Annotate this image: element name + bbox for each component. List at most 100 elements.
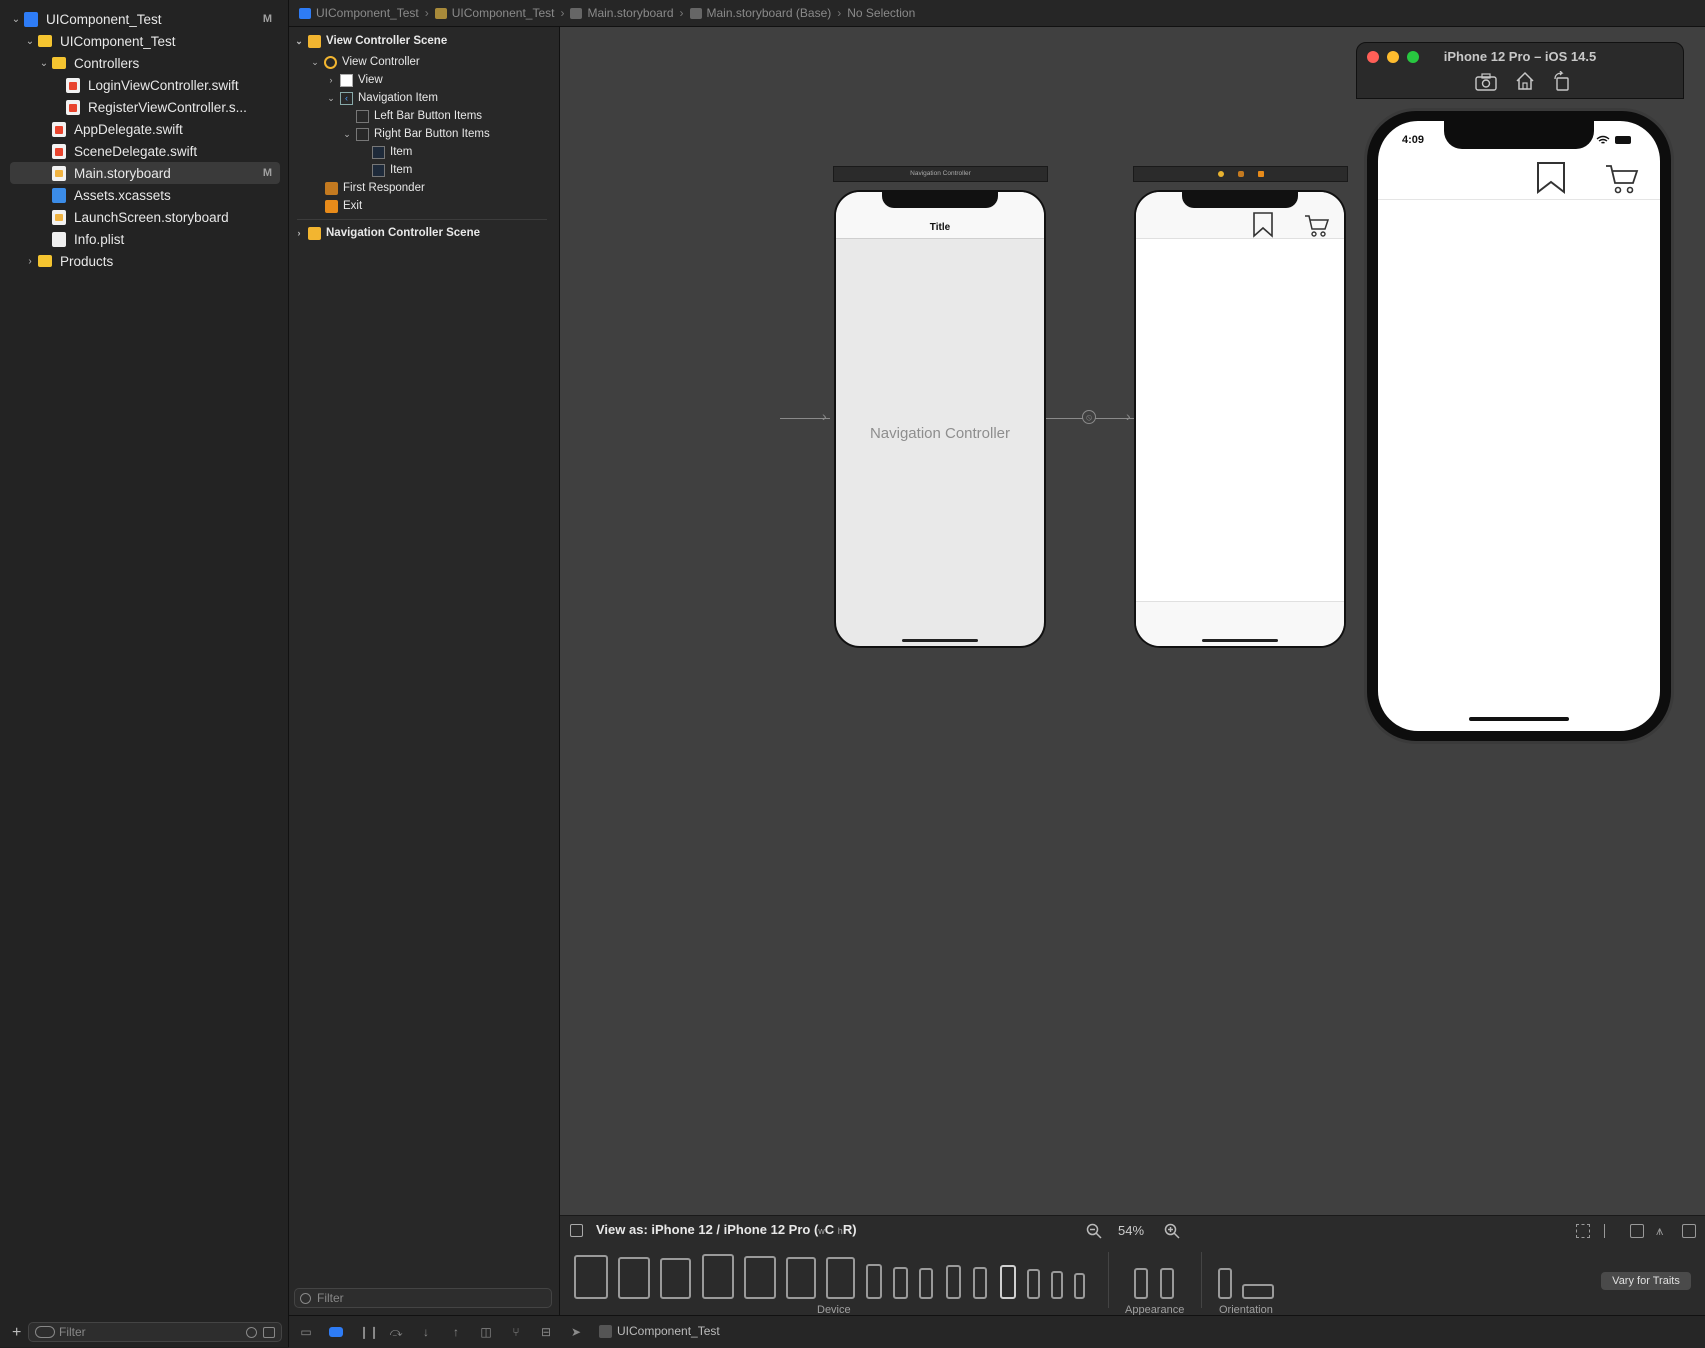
nav-item-project[interactable]: ⌄ UIComponent_Test M	[10, 8, 280, 30]
breakpoints-toggle-icon[interactable]	[329, 1327, 343, 1337]
scheme-name[interactable]: UIComponent_Test	[617, 1324, 720, 1338]
breadcrumb-group[interactable]: UIComponent_Test	[434, 6, 554, 20]
chevron-right-icon[interactable]: ›	[24, 256, 36, 267]
location-icon[interactable]: ➤	[569, 1325, 583, 1339]
nav-item-group[interactable]: ⌄ UIComponent_Test	[10, 30, 294, 52]
add-icon[interactable]: +	[12, 1324, 21, 1342]
device-iphone-12-icon[interactable]	[893, 1267, 908, 1299]
chevron-down-icon[interactable]: ⌄	[38, 58, 50, 69]
vary-for-traits-button[interactable]: Vary for Traits	[1601, 1272, 1691, 1290]
view-hierarchy-icon[interactable]: ◫	[479, 1325, 493, 1339]
nav-item-controllers[interactable]: ⌄ Controllers	[10, 52, 308, 74]
nav-item-file-selected[interactable]: Main.storyboard M	[10, 162, 280, 184]
environment-overrides-icon[interactable]: ⊟	[539, 1325, 553, 1339]
device-iphone-pro-max-icon[interactable]	[866, 1264, 882, 1299]
scene-dock[interactable]	[1133, 166, 1348, 182]
outline-item-view[interactable]: › View	[325, 71, 383, 89]
device-iphone-mini-icon[interactable]	[919, 1268, 933, 1299]
simulator-screen[interactable]: 4:09	[1378, 121, 1660, 731]
recent-files-icon[interactable]	[246, 1327, 257, 1338]
cart-icon[interactable]	[1304, 214, 1330, 238]
device-ipad-pro-11-icon[interactable]	[618, 1257, 650, 1299]
orientation-portrait-icon[interactable]	[1218, 1268, 1232, 1299]
outline-item-right-bar-items[interactable]: ⌄ Right Bar Button Items	[341, 125, 490, 143]
scm-filter-icon[interactable]	[263, 1327, 275, 1338]
device-ipad-mini-icon[interactable]	[744, 1256, 776, 1299]
chevron-down-icon[interactable]: ⌄	[24, 36, 36, 47]
chevron-down-icon[interactable]: ⌄	[293, 36, 305, 47]
nav-item-file[interactable]: Assets.xcassets M	[10, 184, 322, 206]
pause-icon[interactable]: ❙❙	[359, 1325, 379, 1339]
nav-item-file[interactable]: LoginViewController.swift R	[10, 74, 336, 96]
nav-item-file[interactable]: Info.plist	[10, 228, 322, 250]
nav-item-file[interactable]: RegisterViewController.s... A	[10, 96, 336, 118]
align-icon[interactable]	[1604, 1224, 1618, 1238]
first-responder-icon[interactable]	[1238, 171, 1244, 177]
filter-options-icon[interactable]	[35, 1326, 55, 1338]
appearance-light-icon[interactable]	[1134, 1268, 1148, 1299]
device-iphone-11-icon[interactable]	[973, 1267, 987, 1299]
hide-debug-area-icon[interactable]: ▭	[299, 1325, 313, 1339]
outline-item-exit[interactable]: Exit	[325, 197, 362, 215]
zoom-in-icon[interactable]	[1164, 1223, 1180, 1239]
device-iphone-se-icon[interactable]	[1074, 1273, 1085, 1299]
scene-dock[interactable]: Navigation Controller	[833, 166, 1048, 182]
breadcrumb-selection[interactable]: No Selection	[847, 6, 915, 20]
appearance-dark-icon[interactable]	[1160, 1268, 1174, 1299]
rotate-icon[interactable]	[1553, 71, 1571, 91]
bookmark-icon[interactable]	[1252, 212, 1274, 238]
outline-item-bar-item[interactable]: Item	[372, 143, 412, 161]
step-over-icon[interactable]: ⤼	[389, 1325, 403, 1339]
chevron-down-icon[interactable]: ⌄	[341, 129, 353, 140]
home-icon[interactable]	[1515, 71, 1535, 91]
resolve-issues-icon[interactable]: ⩚	[1656, 1223, 1663, 1239]
exit-icon[interactable]	[1258, 171, 1264, 177]
view-controller-icon[interactable]	[1218, 171, 1224, 177]
device-ipad-air-icon[interactable]	[660, 1258, 691, 1299]
zoom-out-icon[interactable]	[1086, 1223, 1102, 1239]
outline-item-bar-item[interactable]: Item	[372, 161, 412, 179]
nav-item-file[interactable]: AppDelegate.swift	[10, 118, 322, 140]
outline-item-navigation-item[interactable]: ⌄ ‹ Navigation Item	[325, 89, 438, 107]
toggle-outline-icon[interactable]	[570, 1224, 583, 1237]
view-controller-scene[interactable]	[1134, 190, 1346, 648]
bookmark-icon[interactable]	[1536, 161, 1566, 195]
breadcrumb-file[interactable]: Main.storyboard	[570, 6, 674, 20]
add-constraints-icon[interactable]	[1630, 1224, 1644, 1238]
outline-item-first-responder[interactable]: First Responder	[325, 179, 425, 197]
memory-graph-icon[interactable]: ⑂	[509, 1325, 523, 1339]
device-ipad-9-icon[interactable]	[786, 1257, 816, 1299]
device-ipad-icon[interactable]	[702, 1254, 734, 1299]
chevron-down-icon[interactable]: ⌄	[325, 93, 337, 104]
outline-item-view-controller[interactable]: ⌄ View Controller	[309, 53, 420, 71]
outline-filter-field[interactable]: Filter	[294, 1288, 552, 1308]
device-iphone-8-icon[interactable]	[1051, 1271, 1063, 1299]
segue-icon[interactable]: ⦸	[1082, 410, 1096, 424]
navigator-filter-field[interactable]: Filter	[28, 1322, 282, 1342]
chevron-down-icon[interactable]: ⌄	[309, 57, 321, 68]
device-iphone-11-pro-max-icon[interactable]	[946, 1265, 961, 1299]
update-frames-icon[interactable]	[1576, 1224, 1590, 1238]
cart-icon[interactable]	[1605, 163, 1639, 195]
orientation-landscape-icon[interactable]	[1242, 1284, 1274, 1299]
screenshot-icon[interactable]	[1475, 73, 1497, 91]
navigation-controller-scene[interactable]: Title Navigation Controller	[834, 190, 1046, 648]
breadcrumb-localization[interactable]: Main.storyboard (Base)	[689, 6, 831, 20]
step-into-icon[interactable]: ↓	[419, 1325, 433, 1339]
chevron-right-icon[interactable]: ›	[325, 75, 337, 85]
nav-item-file[interactable]: LaunchScreen.storyboard	[10, 206, 322, 228]
device-iphone-12-pro-icon-selected[interactable]	[1000, 1265, 1016, 1299]
device-ipad-pro-12-icon[interactable]	[574, 1255, 608, 1299]
nav-item-products[interactable]: › Products	[10, 250, 294, 272]
chevron-down-icon[interactable]: ⌄	[10, 14, 22, 25]
view-as-label[interactable]: View as: iPhone 12 / iPhone 12 Pro (wC h…	[596, 1222, 857, 1237]
outline-item-left-bar-items[interactable]: Left Bar Button Items	[356, 107, 482, 125]
embed-in-icon[interactable]	[1682, 1224, 1696, 1238]
outline-item-vc-scene[interactable]: ⌄ View Controller Scene	[293, 32, 447, 50]
chevron-right-icon[interactable]: ›	[293, 228, 305, 238]
nav-item-file[interactable]: SceneDelegate.swift	[10, 140, 322, 162]
device-iphone-8-plus-icon[interactable]	[1027, 1269, 1040, 1299]
step-out-icon[interactable]: ↑	[449, 1325, 463, 1339]
outline-item-nav-scene[interactable]: › Navigation Controller Scene	[293, 224, 480, 242]
device-ipad-8-icon[interactable]	[826, 1257, 855, 1299]
